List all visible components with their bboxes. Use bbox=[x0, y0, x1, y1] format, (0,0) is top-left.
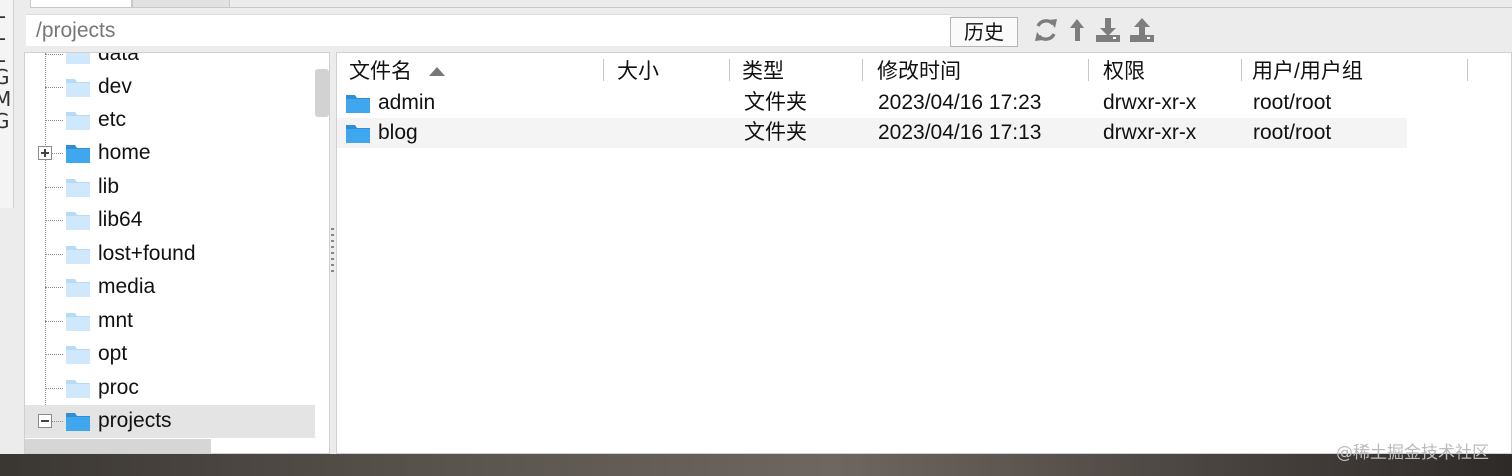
column-separator[interactable] bbox=[1241, 59, 1242, 81]
tab-inactive[interactable] bbox=[132, 0, 230, 8]
column-header-name[interactable]: 文件名 bbox=[349, 57, 412, 87]
path-text: /projects bbox=[36, 19, 116, 42]
up-arrow-icon[interactable] bbox=[1066, 15, 1094, 45]
tree-item-mnt[interactable]: mnt bbox=[25, 305, 315, 338]
folder-icon bbox=[65, 53, 91, 65]
file-name: blog bbox=[378, 121, 418, 144]
tree-item-label: media bbox=[98, 275, 156, 298]
tree-item-label: data bbox=[98, 52, 139, 65]
column-header-type[interactable]: 类型 bbox=[742, 57, 784, 87]
tree-item-proc[interactable]: proc bbox=[25, 372, 315, 405]
upload-icon[interactable] bbox=[1128, 15, 1156, 45]
left-strip-char: L bbox=[0, 44, 13, 66]
file-owner: root/root bbox=[1253, 91, 1332, 114]
column-separator[interactable] bbox=[729, 59, 730, 81]
file-type: 文件夹 bbox=[744, 121, 807, 144]
left-strip-char: G bbox=[0, 110, 13, 132]
file-owner: root/root bbox=[1253, 121, 1332, 144]
tree-item-lib64[interactable]: lib64 bbox=[25, 204, 315, 237]
path-bar[interactable]: /projects bbox=[26, 14, 951, 46]
directory-tree[interactable]: data dev etc home lib lib64 lost+found media mnt… bbox=[24, 52, 330, 454]
column-header-permissions[interactable]: 权限 bbox=[1103, 57, 1145, 87]
column-header-modified[interactable]: 修改时间 bbox=[877, 57, 961, 87]
tree-guide-line bbox=[45, 287, 63, 288]
left-strip-char: G bbox=[0, 66, 13, 88]
column-header-size[interactable]: 大小 bbox=[617, 57, 659, 87]
tree-guide-line bbox=[45, 120, 63, 121]
download-icon[interactable] bbox=[1094, 15, 1122, 45]
tree-item-opt[interactable]: opt bbox=[25, 338, 315, 371]
tree-item-label: lib64 bbox=[98, 208, 143, 231]
tree-item-home[interactable]: home bbox=[25, 137, 315, 170]
tree-item-label: lost+found bbox=[98, 242, 196, 265]
tree-guide-line bbox=[45, 354, 63, 355]
history-button[interactable]: 历史 bbox=[950, 17, 1018, 47]
sort-ascending-icon[interactable] bbox=[429, 67, 445, 76]
tree-item-dev[interactable]: dev bbox=[25, 71, 315, 104]
tree-guide-line bbox=[45, 87, 63, 88]
tree-item-media[interactable]: media bbox=[25, 271, 315, 304]
folder-icon bbox=[65, 209, 91, 231]
tree-horizontal-scrollbar[interactable] bbox=[25, 439, 211, 453]
folder-icon bbox=[65, 176, 91, 198]
file-modified: 2023/04/16 17:13 bbox=[878, 121, 1042, 144]
tree-guide-line bbox=[45, 321, 63, 322]
table-row[interactable]: blog 文件夹 2023/04/16 17:13 drwxr-xr-x root/ro… bbox=[337, 118, 1407, 148]
tree-item-label: lib bbox=[98, 175, 120, 198]
collapse-icon[interactable] bbox=[38, 414, 52, 428]
file-permissions: drwxr-xr-x bbox=[1103, 121, 1197, 144]
table-row[interactable]: admin 文件夹 2023/04/16 17:23 drwxr-xr-x root/r… bbox=[337, 88, 1407, 118]
tree-item-etc[interactable]: etc bbox=[25, 104, 315, 137]
file-type: 文件夹 bbox=[744, 91, 807, 114]
tree-item-label: opt bbox=[98, 342, 128, 365]
tab-active[interactable] bbox=[30, 0, 132, 8]
left-strip-char: M bbox=[0, 88, 13, 110]
column-separator[interactable] bbox=[1467, 59, 1468, 81]
tree-item-label: projects bbox=[98, 409, 172, 432]
folder-icon bbox=[65, 109, 91, 131]
tree-guide-line bbox=[45, 54, 63, 55]
tree-guide-line bbox=[45, 220, 63, 221]
folder-icon bbox=[65, 76, 91, 98]
file-permissions: drwxr-xr-x bbox=[1103, 91, 1197, 114]
file-modified: 2023/04/16 17:23 bbox=[878, 91, 1042, 114]
watermark: @稀土掘金技术社区 bbox=[1336, 443, 1489, 463]
tree-item-data[interactable]: data bbox=[25, 52, 315, 71]
tree-guide-line bbox=[45, 254, 63, 255]
tree-guide-line bbox=[45, 388, 63, 389]
file-name: admin bbox=[378, 91, 436, 114]
folder-icon bbox=[65, 343, 91, 365]
file-table[interactable]: 文件名 大小 类型 修改时间 权限 用户/用户组 admin 文件夹 2023/04… bbox=[336, 52, 1512, 454]
folder-icon bbox=[65, 276, 91, 298]
column-separator[interactable] bbox=[603, 59, 604, 81]
tab-divider bbox=[230, 7, 1512, 8]
folder-icon bbox=[345, 92, 371, 114]
refresh-icon[interactable] bbox=[1032, 15, 1060, 45]
tree-item-lost-found[interactable]: lost+found bbox=[25, 238, 315, 271]
expand-icon[interactable] bbox=[38, 146, 52, 160]
tree-item-label: etc bbox=[98, 108, 127, 131]
left-strip-char: L bbox=[0, 0, 13, 22]
desktop-background-strip bbox=[0, 454, 1512, 476]
tree-item-lib[interactable]: lib bbox=[25, 171, 315, 204]
left-strip-char: L bbox=[0, 22, 13, 44]
left-clipped-panel: L L L G M G bbox=[0, 0, 14, 208]
tree-guide-line bbox=[45, 187, 63, 188]
column-header-owner[interactable]: 用户/用户组 bbox=[1252, 57, 1363, 87]
folder-icon bbox=[65, 410, 91, 432]
tree-item-label: proc bbox=[98, 376, 139, 399]
tree-item-label: mnt bbox=[98, 309, 134, 332]
pane-splitter[interactable] bbox=[331, 228, 334, 274]
column-separator[interactable] bbox=[1088, 59, 1089, 81]
folder-icon bbox=[345, 122, 371, 144]
column-separator[interactable] bbox=[862, 59, 863, 81]
tree-item-projects[interactable]: projects bbox=[25, 405, 315, 438]
tree-item-label: home bbox=[98, 141, 151, 164]
folder-icon bbox=[65, 142, 91, 164]
folder-icon bbox=[65, 310, 91, 332]
tree-vertical-scrollbar[interactable] bbox=[315, 69, 329, 117]
folder-icon bbox=[65, 243, 91, 265]
tree-item-label: dev bbox=[98, 75, 132, 98]
folder-icon bbox=[65, 377, 91, 399]
